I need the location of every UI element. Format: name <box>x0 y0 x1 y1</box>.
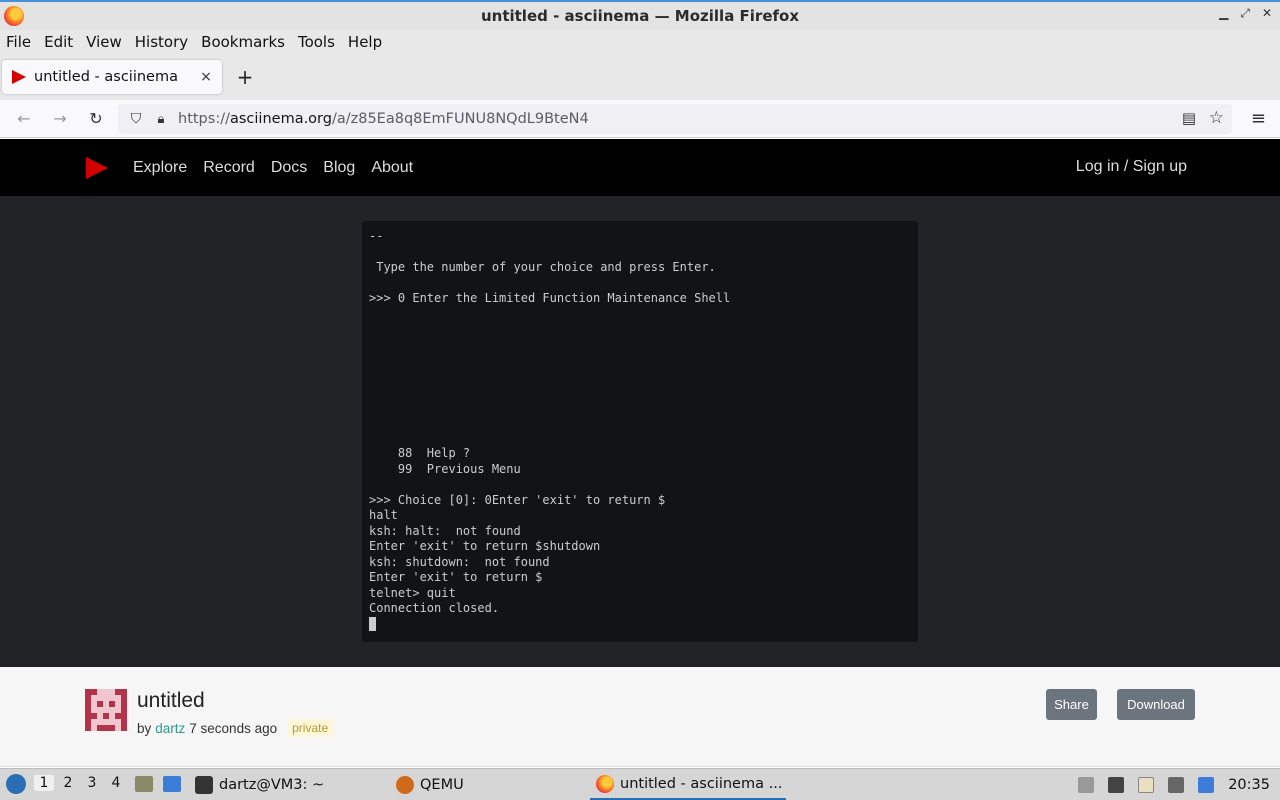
reload-icon[interactable]: ↻ <box>85 108 107 130</box>
start-menu-icon[interactable] <box>6 774 26 794</box>
recording-byline: by dartz 7 seconds ago private <box>137 719 334 737</box>
network-icon[interactable] <box>1168 776 1185 793</box>
task-firefox-label: untitled - asciinema ... <box>620 775 783 792</box>
terminal-line: Enter 'exit' to return $shutdown <box>369 539 601 553</box>
nav-blog[interactable]: Blog <box>323 159 355 177</box>
nav-explore[interactable]: Explore <box>133 159 187 177</box>
back-arrow-icon[interactable]: ← <box>13 108 35 130</box>
volume-icon[interactable] <box>1108 776 1125 793</box>
task-qemu-label: QEMU <box>420 776 464 793</box>
by-label: by <box>137 720 152 736</box>
clipboard-icon[interactable] <box>1138 776 1155 793</box>
task-terminal[interactable]: dartz@VM3: ~ <box>195 769 324 800</box>
workspace-1[interactable]: 1 <box>34 775 54 791</box>
terminal-line: Type the number of your choice and press… <box>376 260 716 274</box>
tab-label: untitled - asciinema <box>34 69 178 85</box>
workspace-4[interactable]: 4 <box>106 775 126 791</box>
lock-icon[interactable]: 🔒︎ <box>150 112 172 127</box>
terminal-cursor <box>369 616 376 631</box>
player-area: -- Type the number of your choice and pr… <box>0 196 1280 667</box>
recording-info: untitled by dartz 7 seconds ago private … <box>0 667 1280 767</box>
tab-asciinema[interactable]: untitled - asciinema × <box>2 60 222 94</box>
recording-time: 7 seconds ago <box>189 720 278 736</box>
task-terminal-label: dartz@VM3: ~ <box>219 776 325 793</box>
reader-view-icon[interactable]: ▤ <box>1182 109 1196 127</box>
terminal-line: telnet> quit <box>369 585 456 600</box>
menu-bookmarks[interactable]: Bookmarks <box>201 33 291 51</box>
nav-about[interactable]: About <box>371 159 413 177</box>
clock: 20:35 <box>1228 776 1270 793</box>
terminal-player[interactable]: -- Type the number of your choice and pr… <box>362 221 918 642</box>
login-signup-link[interactable]: Log in / Sign up <box>1076 158 1187 176</box>
hamburger-menu-icon[interactable]: ≡ <box>1251 108 1266 129</box>
desktop-icon[interactable] <box>163 776 181 792</box>
maximize-icon[interactable]: ⤢ <box>1240 6 1250 21</box>
window-controls: ▁ ⤢ ✕ <box>1219 6 1272 21</box>
asciinema-favicon-icon <box>12 70 26 84</box>
asciinema-logo-icon[interactable] <box>86 157 108 179</box>
terminal-line: 88 Help ? <box>397 446 471 460</box>
menu-bar: File Edit View History Bookmarks Tools H… <box>0 30 1280 54</box>
firefox-task-icon <box>596 774 614 793</box>
new-tab-button[interactable]: + <box>234 66 256 88</box>
private-badge: private <box>287 719 334 737</box>
nav-docs[interactable]: Docs <box>271 159 307 177</box>
task-qemu[interactable]: QEMU <box>396 769 464 800</box>
terminal-line: >>> Choice [0]: 0Enter 'exit' to return … <box>369 492 666 507</box>
shield-icon[interactable]: ⛉ <box>122 111 150 127</box>
taskbar: 1 2 3 4 dartz@VM3: ~ QEMU untitled - asc… <box>0 768 1280 800</box>
window-title: untitled - asciinema — Mozilla Firefox <box>480 7 800 25</box>
download-button[interactable]: Download <box>1117 689 1195 720</box>
share-button[interactable]: Share <box>1046 689 1097 720</box>
menu-file[interactable]: File <box>6 33 37 51</box>
menu-history[interactable]: History <box>135 33 194 51</box>
url-text[interactable]: https://asciinema.org/a/z85Ea8q8EmFUNU8N… <box>178 111 589 127</box>
site-header: Explore Record Docs Blog About Log in / … <box>0 139 1280 196</box>
menu-edit[interactable]: Edit <box>44 33 79 51</box>
minimize-icon[interactable]: ▁ <box>1219 6 1228 21</box>
terminal-line: ksh: halt: not found <box>369 523 521 538</box>
menu-help[interactable]: Help <box>348 33 388 51</box>
forward-arrow-icon[interactable]: → <box>49 108 71 130</box>
system-tray: 20:35 <box>1078 769 1270 800</box>
author-link[interactable]: dartz <box>155 721 185 736</box>
terminal-line: Connection closed. <box>369 601 500 615</box>
task-firefox[interactable]: untitled - asciinema ... <box>590 769 786 800</box>
recording-title: untitled <box>137 689 205 712</box>
terminal-line: -- <box>369 229 384 243</box>
close-tab-icon[interactable]: × <box>196 69 216 85</box>
info-icon[interactable] <box>1198 776 1215 793</box>
workspace-2[interactable]: 2 <box>58 775 78 791</box>
eject-icon[interactable] <box>1078 776 1095 793</box>
terminal-line: >>> 0 Enter the Limited Function Mainten… <box>369 291 731 305</box>
menu-view[interactable]: View <box>86 33 128 51</box>
navigation-bar: ← → ↻ ⛉ 🔒︎ https://asciinema.org/a/z85Ea… <box>0 100 1280 138</box>
nav-record[interactable]: Record <box>203 159 255 177</box>
url-bar[interactable]: ⛉ 🔒︎ https://asciinema.org/a/z85Ea8q8EmF… <box>118 104 1232 134</box>
file-manager-icon[interactable] <box>135 776 153 792</box>
firefox-logo-icon <box>4 6 24 26</box>
terminal-line: halt <box>369 508 398 522</box>
terminal-line: 99 Previous Menu <box>397 461 521 476</box>
menu-tools[interactable]: Tools <box>298 33 341 51</box>
author-avatar[interactable] <box>85 689 127 731</box>
qemu-icon <box>396 775 414 794</box>
tab-bar: untitled - asciinema × + <box>0 54 1280 100</box>
terminal-line: ksh: shutdown: not found <box>369 554 550 569</box>
close-window-icon[interactable]: ✕ <box>1262 6 1272 21</box>
terminal-icon <box>195 775 213 794</box>
bookmark-star-icon[interactable]: ☆ <box>1209 108 1224 128</box>
window-titlebar: untitled - asciinema — Mozilla Firefox ▁… <box>0 0 1280 30</box>
terminal-line: Enter 'exit' to return $ <box>369 570 543 584</box>
workspace-3[interactable]: 3 <box>82 775 102 791</box>
site-nav: Explore Record Docs Blog About <box>133 139 413 196</box>
terminal-output: -- Type the number of your choice and pr… <box>369 229 918 633</box>
